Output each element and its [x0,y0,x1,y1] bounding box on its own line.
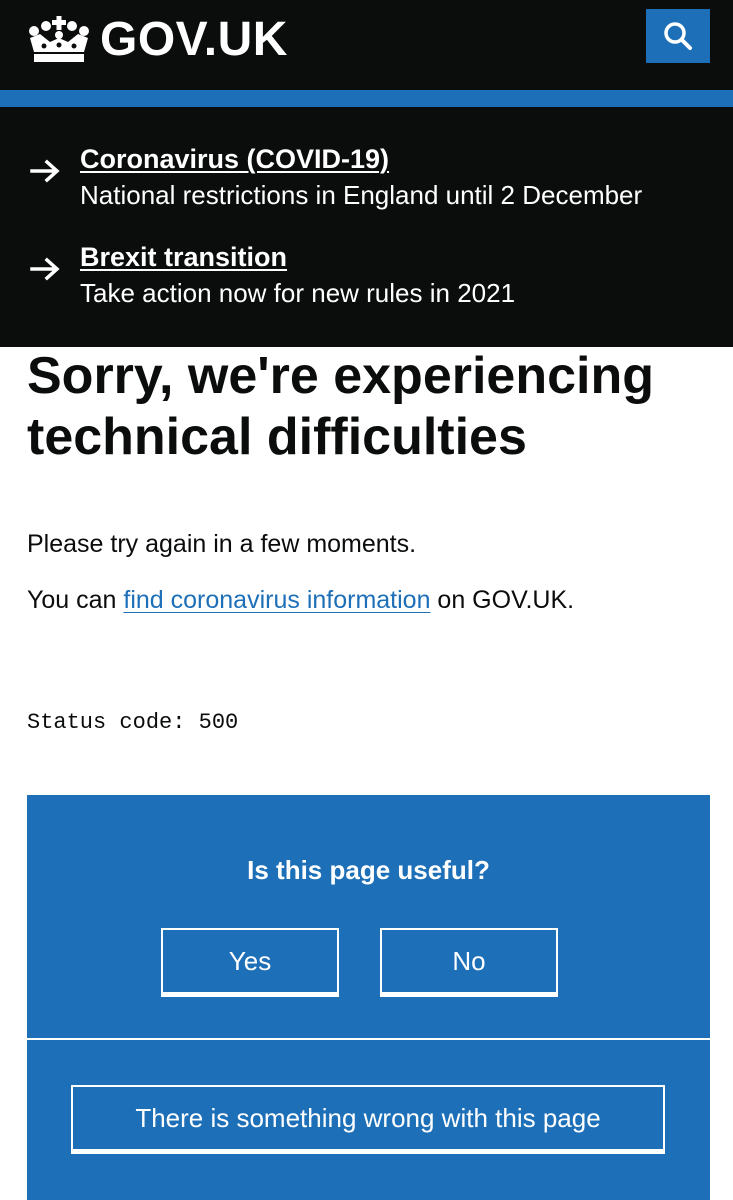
yes-button[interactable]: Yes [161,928,339,994]
feedback-divider [27,1038,710,1040]
find-coronavirus-information-link[interactable]: find coronavirus information [123,586,430,614]
coronavirus-description: National restrictions in England until 2… [80,180,643,210]
paragraph-prefix: You can [27,586,124,614]
coronavirus-link[interactable]: Coronavirus (COVID-19) [80,141,389,177]
status-code: Status code: 500 [27,710,239,735]
search-icon [664,22,692,50]
crown-icon [29,16,89,62]
no-button[interactable]: No [380,928,558,994]
site-header: GOV.UK [0,0,733,90]
coronavirus-info-paragraph: You can find coronavirus information on … [27,583,574,617]
paragraph-suffix: on GOV.UK. [430,586,575,614]
header-blue-bar [0,90,733,107]
arrow-right-icon [30,159,60,183]
feedback-panel: Is this page useful? Yes No There is som… [27,795,710,1200]
brexit-description: Take action now for new rules in 2021 [80,278,516,308]
page-title: Sorry, we're experiencing technical diff… [27,347,654,466]
govuk-logo-link[interactable]: GOV.UK [26,14,288,66]
report-problem-button[interactable]: There is something wrong with this page [71,1085,665,1151]
try-again-text: Please try again in a few moments. [27,530,417,558]
feedback-question: Is this page useful? [247,855,490,885]
logo-text: GOV.UK [100,13,288,66]
arrow-right-icon [30,257,60,281]
search-button[interactable] [646,9,710,63]
brexit-link[interactable]: Brexit transition [80,239,287,275]
emergency-notice-banner: Coronavirus (COVID-19) National restrict… [0,107,733,347]
